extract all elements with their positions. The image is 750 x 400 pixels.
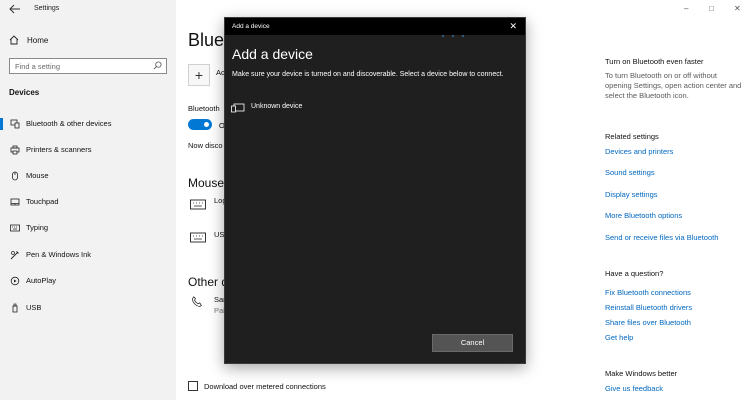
keyboard-icon: [190, 199, 206, 210]
link-send-receive-files[interactable]: Send or receive files via Bluetooth: [605, 233, 718, 242]
link-devices-printers[interactable]: Devices and printers: [605, 147, 673, 156]
phone-icon: [192, 296, 202, 307]
progress-dots: [442, 35, 464, 37]
search-placeholder: Find a setting: [15, 62, 61, 71]
sidebar-item-autoplay[interactable]: AutoPlay: [0, 273, 176, 289]
other-devices-heading: Other d: [188, 275, 229, 289]
home-label: Home: [27, 35, 49, 45]
close-icon[interactable]: ✕: [509, 21, 517, 32]
sidebar-item-label: Pen & Windows Ink: [26, 250, 92, 259]
link-fix-connections[interactable]: Fix Bluetooth connections: [605, 288, 691, 297]
sidebar-item-label: Printers & scanners: [26, 145, 92, 154]
minimize-icon[interactable]: –: [684, 4, 688, 13]
add-device-button[interactable]: +: [188, 64, 210, 86]
app-title: Settings: [34, 5, 60, 12]
section-devices: Devices: [9, 88, 40, 97]
dialog-description: Make sure your device is turned on and d…: [232, 71, 504, 78]
printer-icon: [10, 145, 20, 155]
close-window-icon[interactable]: ✕: [734, 4, 741, 13]
bluetooth-label: Bluetooth: [188, 104, 220, 113]
link-get-help[interactable]: Get help: [605, 333, 633, 342]
keyboard-icon: [190, 232, 206, 243]
sidebar-item-label: Mouse: [26, 171, 49, 180]
autoplay-icon: [10, 276, 20, 286]
cancel-button[interactable]: Cancel: [432, 334, 513, 352]
bluetooth-devices-icon: [10, 119, 20, 129]
sidebar-item-mouse[interactable]: Mouse: [0, 168, 176, 184]
metered-checkbox[interactable]: [188, 381, 198, 391]
dialog-titlebar: Add a device ✕: [225, 18, 525, 35]
sidebar-item-printers[interactable]: Printers & scanners: [0, 142, 176, 158]
link-more-bluetooth[interactable]: More Bluetooth options: [605, 211, 682, 220]
search-icon[interactable]: [153, 61, 162, 70]
metered-option[interactable]: Download over metered connections: [188, 381, 326, 391]
pen-icon: [10, 251, 19, 260]
sidebar-item-label: Bluetooth & other devices: [26, 119, 112, 128]
sidebar-item-label: USB: [26, 303, 42, 312]
link-reinstall-drivers[interactable]: Reinstall Bluetooth drivers: [605, 303, 692, 312]
add-device-dialog: Add a device ✕ Add a device Make sure yo…: [224, 17, 526, 364]
link-share-files[interactable]: Share files over Bluetooth: [605, 318, 691, 327]
home-icon: [9, 35, 19, 45]
sidebar-item-usb[interactable]: USB: [0, 300, 176, 316]
link-display-settings[interactable]: Display settings: [605, 190, 658, 199]
sidebar-item-bluetooth[interactable]: Bluetooth & other devices: [0, 116, 176, 132]
related-title: Related settings: [605, 132, 659, 141]
dialog-window-title: Add a device: [232, 23, 270, 30]
back-arrow-icon[interactable]: [9, 4, 21, 14]
device-list-item[interactable]: Unknown device: [231, 102, 302, 113]
home-link[interactable]: Home: [9, 35, 48, 45]
monitor-icon: [231, 103, 245, 113]
active-indicator: [0, 118, 3, 130]
better-title: Make Windows better: [605, 369, 678, 378]
sidebar-item-label: AutoPlay: [26, 276, 57, 285]
dialog-heading: Add a device: [232, 46, 313, 62]
sidebar: Settings Home Find a setting Devices Blu…: [0, 0, 176, 400]
sidebar-item-label: Typing: [26, 223, 49, 232]
link-sound-settings[interactable]: Sound settings: [605, 168, 655, 177]
mouse-keyboard-heading: Mouse,: [188, 176, 228, 190]
question-title: Have a question?: [605, 269, 664, 278]
metered-label: Download over metered connections: [204, 381, 326, 391]
sidebar-item-touchpad[interactable]: Touchpad: [0, 194, 176, 210]
mouse-icon: [12, 171, 18, 181]
bluetooth-toggle[interactable]: [188, 119, 212, 130]
maximize-icon[interactable]: □: [709, 4, 714, 13]
discoverable-status: Now disco: [188, 141, 223, 150]
usb-icon: [12, 303, 18, 313]
link-give-feedback[interactable]: Give us feedback: [605, 384, 663, 393]
search-input[interactable]: Find a setting: [9, 58, 167, 74]
faster-title: Turn on Bluetooth even faster: [605, 57, 704, 66]
sidebar-item-typing[interactable]: Typing: [0, 220, 176, 236]
faster-text: To turn Bluetooth on or off without open…: [605, 71, 742, 100]
touchpad-icon: [10, 198, 20, 206]
device-name: Unknown device: [251, 103, 303, 110]
keyboard-icon: [10, 224, 20, 232]
sidebar-item-label: Touchpad: [26, 197, 59, 206]
sidebar-item-pen[interactable]: Pen & Windows Ink: [0, 247, 176, 263]
